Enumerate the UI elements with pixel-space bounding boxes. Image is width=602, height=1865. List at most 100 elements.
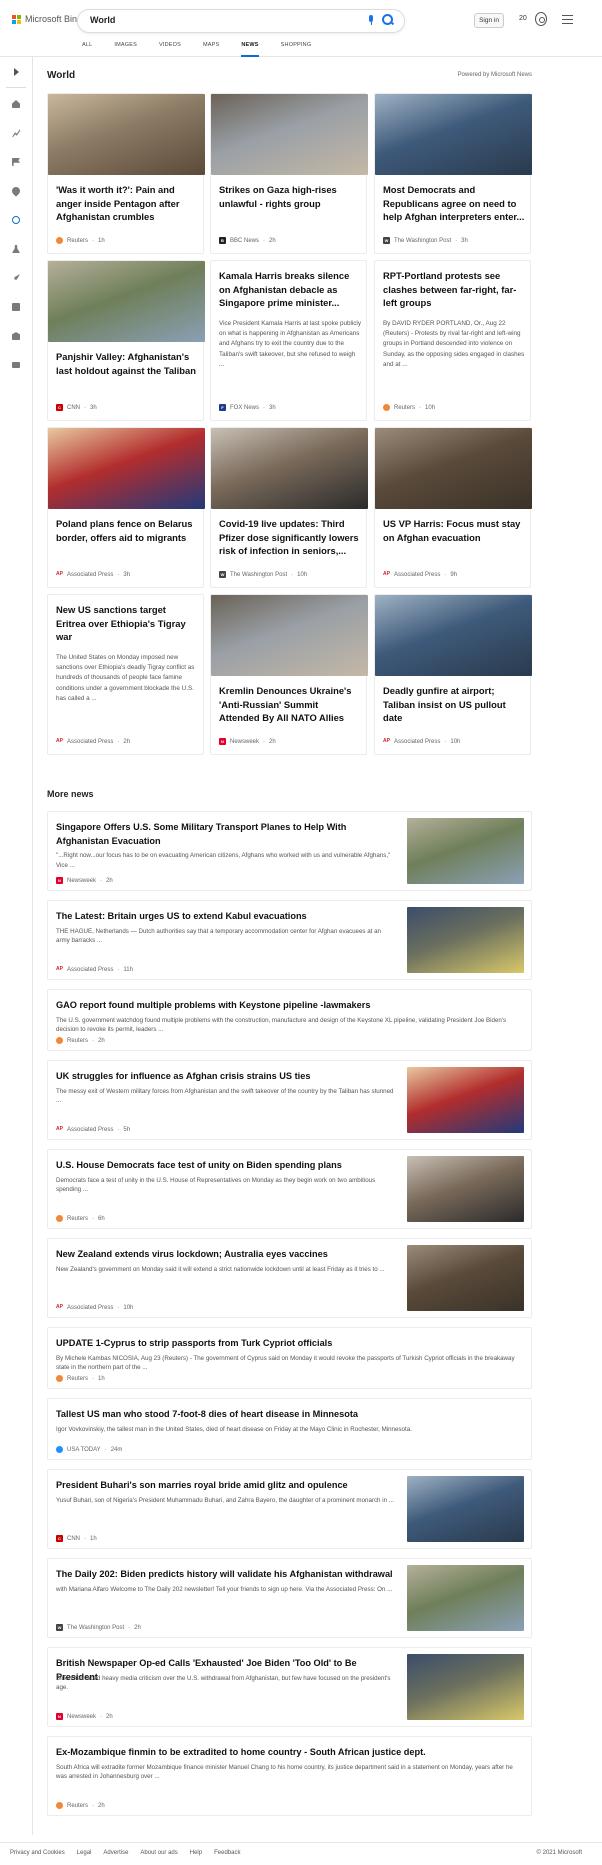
more-news-item[interactable]: The Latest: Britain urges US to extend K… xyxy=(47,900,532,980)
news-source[interactable]: The Washington Post xyxy=(394,238,451,244)
news-source[interactable]: Reuters xyxy=(394,405,415,411)
expand-rail-icon[interactable] xyxy=(10,67,22,77)
more-news-title[interactable]: UK struggles for influence as Afghan cri… xyxy=(56,1070,396,1084)
more-news-title[interactable]: Tallest US man who stood 7-foot-8 dies o… xyxy=(56,1408,521,1422)
news-source[interactable]: CNN xyxy=(67,1536,80,1542)
footer-link[interactable]: About our ads xyxy=(140,1850,177,1856)
tab-news[interactable]: NEWS xyxy=(241,40,259,57)
powered-by-label[interactable]: Powered by Microsoft News xyxy=(458,72,532,78)
footer-link[interactable]: Privacy and Cookies xyxy=(10,1850,65,1856)
local-pin-icon[interactable] xyxy=(10,185,22,197)
microphone-icon[interactable] xyxy=(368,15,374,25)
more-news-thumbnail[interactable] xyxy=(407,1067,524,1133)
rewards-points[interactable]: 20 xyxy=(519,15,527,22)
more-news-title[interactable]: Singapore Offers U.S. Some Military Tran… xyxy=(56,821,396,848)
sign-in-button[interactable]: Sign in xyxy=(474,13,504,28)
news-card-title[interactable]: Covid-19 live updates: Third Pfizer dose… xyxy=(219,517,361,558)
us-news-flag-icon[interactable] xyxy=(10,157,22,167)
news-card[interactable]: Panjshir Valley: Afghanistan's last hold… xyxy=(47,260,205,421)
news-source[interactable]: Reuters xyxy=(67,1038,88,1044)
footer-link[interactable]: Legal xyxy=(77,1850,92,1856)
news-card-title[interactable]: 'Was it worth it?': Pain and anger insid… xyxy=(56,183,198,224)
more-news-item[interactable]: Ex-Mozambique finmin to be extradited to… xyxy=(47,1736,532,1816)
news-source[interactable]: Reuters xyxy=(67,1803,88,1809)
news-card-image[interactable] xyxy=(211,94,368,175)
more-news-thumbnail[interactable] xyxy=(407,1476,524,1542)
news-card-title[interactable]: New US sanctions target Eritrea over Eth… xyxy=(56,603,198,644)
more-news-item[interactable]: UK struggles for influence as Afghan cri… xyxy=(47,1060,532,1140)
news-source[interactable]: Associated Press xyxy=(67,572,113,578)
technology-rocket-icon[interactable] xyxy=(10,273,22,283)
news-card[interactable]: Kremlin Denounces Ukraine's 'Anti-Russia… xyxy=(210,594,368,755)
tab-videos[interactable]: VIDEOS xyxy=(159,40,181,57)
news-card-image[interactable] xyxy=(375,94,532,175)
news-card-title[interactable]: Kremlin Denounces Ukraine's 'Anti-Russia… xyxy=(219,684,361,725)
more-news-item[interactable]: New Zealand extends virus lockdown; Aust… xyxy=(47,1238,532,1318)
news-card-title[interactable]: Panjshir Valley: Afghanistan's last hold… xyxy=(56,350,198,377)
news-source[interactable]: Associated Press xyxy=(67,1127,113,1133)
news-card[interactable]: RPT-Portland protests see clashes betwee… xyxy=(374,260,531,421)
news-card-title[interactable]: Strikes on Gaza high-rises unlawful - ri… xyxy=(219,183,361,210)
search-icon[interactable] xyxy=(382,14,394,26)
science-icon[interactable] xyxy=(10,244,22,254)
more-news-title[interactable]: GAO report found multiple problems with … xyxy=(56,999,521,1013)
news-card-title[interactable]: Most Democrats and Republicans agree on … xyxy=(383,183,525,224)
news-source[interactable]: Newsweek xyxy=(67,878,96,884)
news-source[interactable]: Associated Press xyxy=(394,572,440,578)
tab-all[interactable]: ALL xyxy=(82,40,92,57)
news-source[interactable]: USA TODAY xyxy=(67,1447,101,1453)
more-news-thumbnail[interactable] xyxy=(407,1654,524,1720)
more-news-thumbnail[interactable] xyxy=(407,1245,524,1311)
more-news-item[interactable]: The Daily 202: Biden predicts history wi… xyxy=(47,1558,532,1638)
more-news-item[interactable]: U.S. House Democrats face test of unity … xyxy=(47,1149,532,1229)
more-news-thumbnail[interactable] xyxy=(407,1156,524,1222)
news-source[interactable]: Reuters xyxy=(67,238,88,244)
news-card-title[interactable]: US VP Harris: Focus must stay on Afghan … xyxy=(383,517,525,544)
news-card[interactable]: Kamala Harris breaks silence on Afghanis… xyxy=(210,260,367,421)
news-card-image[interactable] xyxy=(375,428,532,509)
money-card-icon[interactable] xyxy=(10,360,22,370)
footer-link[interactable]: Advertise xyxy=(103,1850,128,1856)
more-news-item[interactable]: Singapore Offers U.S. Some Military Tran… xyxy=(47,811,532,891)
footer-link[interactable]: Feedback xyxy=(214,1850,240,1856)
bing-logo[interactable]: Microsoft Bing xyxy=(12,14,82,24)
news-card-image[interactable] xyxy=(48,428,205,509)
news-card[interactable]: Strikes on Gaza high-rises unlawful - ri… xyxy=(210,93,368,254)
more-news-thumbnail[interactable] xyxy=(407,1565,524,1631)
news-card[interactable]: US VP Harris: Focus must stay on Afghan … xyxy=(374,427,532,588)
menu-icon[interactable] xyxy=(562,15,573,24)
more-news-item[interactable]: President Buhari's son marries royal bri… xyxy=(47,1469,532,1549)
more-news-item[interactable]: Tallest US man who stood 7-foot-8 dies o… xyxy=(47,1398,532,1460)
more-news-title[interactable]: The Daily 202: Biden predicts history wi… xyxy=(56,1568,396,1582)
tab-images[interactable]: IMAGES xyxy=(114,40,137,57)
news-card-title[interactable]: Deadly gunfire at airport; Taliban insis… xyxy=(383,684,525,725)
more-news-item[interactable]: British Newspaper Op-ed Calls 'Exhausted… xyxy=(47,1647,532,1727)
more-news-thumbnail[interactable] xyxy=(407,907,524,973)
news-card-title[interactable]: Poland plans fence on Belarus border, of… xyxy=(56,517,198,544)
news-card[interactable]: 'Was it worth it?': Pain and anger insid… xyxy=(47,93,205,254)
news-source[interactable]: FOX News xyxy=(230,405,259,411)
news-card-image[interactable] xyxy=(375,595,532,676)
more-news-title[interactable]: The Latest: Britain urges US to extend K… xyxy=(56,910,396,924)
news-source[interactable]: The Washington Post xyxy=(230,572,287,578)
more-news-title[interactable]: New Zealand extends virus lockdown; Aust… xyxy=(56,1248,396,1262)
home-icon[interactable] xyxy=(10,99,22,109)
news-card-title[interactable]: RPT-Portland protests see clashes betwee… xyxy=(383,269,525,310)
news-card-image[interactable] xyxy=(211,428,368,509)
news-source[interactable]: Reuters xyxy=(67,1376,88,1382)
news-source[interactable]: BBC News xyxy=(230,238,259,244)
news-source[interactable]: Associated Press xyxy=(394,739,440,745)
world-globe-icon[interactable] xyxy=(10,215,22,225)
news-source[interactable]: The Washington Post xyxy=(67,1625,124,1631)
news-card-image[interactable] xyxy=(48,261,205,342)
more-news-thumbnail[interactable] xyxy=(407,818,524,884)
news-source[interactable]: Associated Press xyxy=(67,967,113,973)
news-card-title[interactable]: Kamala Harris breaks silence on Afghanis… xyxy=(219,269,361,310)
news-card[interactable]: Covid-19 live updates: Third Pfizer dose… xyxy=(210,427,368,588)
news-source[interactable]: Newsweek xyxy=(67,1714,96,1720)
news-source[interactable]: Newsweek xyxy=(230,739,259,745)
news-source[interactable]: CNN xyxy=(67,405,80,411)
more-news-item[interactable]: UPDATE 1-Cyprus to strip passports from … xyxy=(47,1327,532,1389)
tab-shopping[interactable]: SHOPPING xyxy=(281,40,312,57)
rewards-medal-icon[interactable] xyxy=(535,12,547,26)
